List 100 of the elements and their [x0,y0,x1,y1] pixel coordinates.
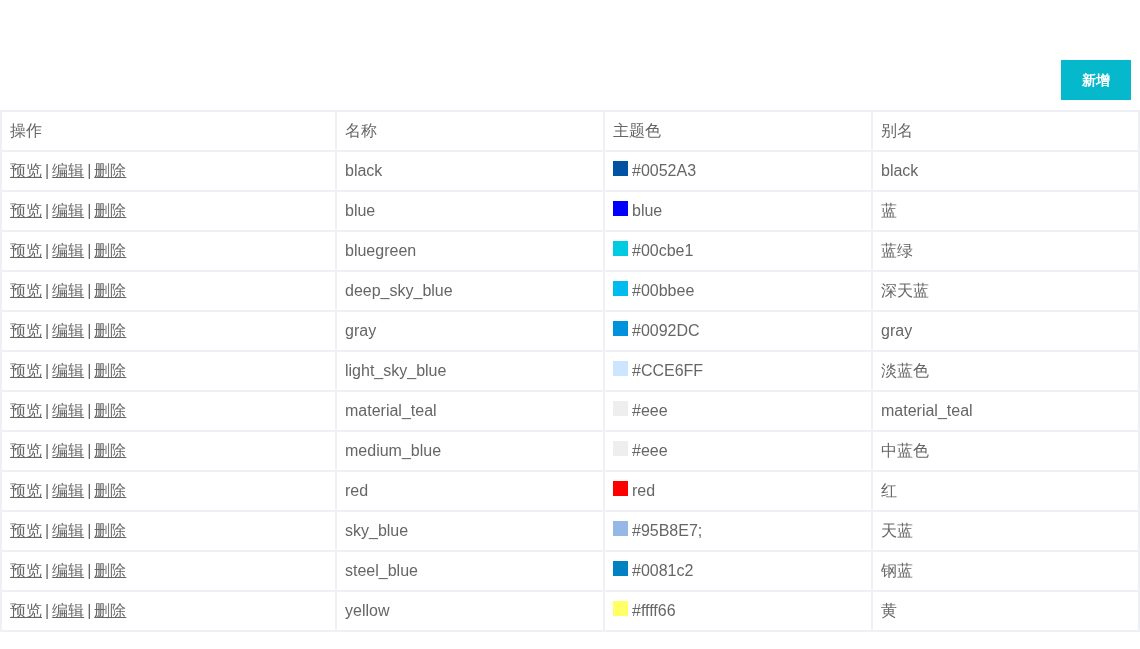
alias-text: 黄 [881,602,897,619]
alias-text: 红 [881,482,897,499]
preview-link[interactable]: 预览 [10,602,42,619]
separator: | [87,202,92,219]
separator: | [87,362,92,379]
delete-link[interactable]: 删除 [94,482,127,499]
delete-link[interactable]: 删除 [94,242,127,259]
theme-color-text: #95B8E7; [632,521,703,541]
alias-text: 淡蓝色 [881,362,929,379]
preview-link[interactable]: 预览 [10,362,42,379]
name-text: bluegreen [345,242,417,259]
name-text: sky_blue [345,522,409,539]
theme-color-text: #0052A3 [632,161,697,181]
edit-link[interactable]: 编辑 [52,562,85,579]
preview-link[interactable]: 预览 [10,562,42,579]
theme-color-text: #ffff66 [632,601,676,621]
alias-text: 蓝绿 [881,242,913,259]
column-header: 名称 [345,122,377,139]
separator: | [45,282,50,299]
separator: | [45,402,50,419]
column-header: 操作 [10,122,42,139]
delete-link[interactable]: 删除 [94,322,127,339]
preview-link[interactable]: 预览 [10,322,42,339]
preview-link[interactable]: 预览 [10,162,42,179]
edit-link[interactable]: 编辑 [52,402,85,419]
name-text: light_sky_blue [345,362,447,379]
preview-link[interactable]: 预览 [10,442,42,459]
theme-color-text: #0092DC [632,321,700,341]
theme-color-text: #CCE6FF [632,361,704,381]
name-text: yellow [345,602,390,619]
separator: | [45,442,50,459]
separator: | [45,522,50,539]
edit-link[interactable]: 编辑 [52,522,85,539]
name-text: deep_sky_blue [345,282,453,299]
preview-link[interactable]: 预览 [10,402,42,419]
separator: | [87,442,92,459]
delete-link[interactable]: 删除 [94,162,127,179]
theme-color-text: #eee [632,401,668,421]
edit-link[interactable]: 编辑 [52,322,85,339]
preview-link[interactable]: 预览 [10,202,42,219]
separator: | [45,602,50,619]
theme-color-text: #00bbee [632,281,695,301]
preview-link[interactable]: 预览 [10,522,42,539]
delete-link[interactable]: 删除 [94,402,127,419]
alias-text: black [881,162,919,179]
edit-link[interactable]: 编辑 [52,482,85,499]
alias-text: 深天蓝 [881,282,929,299]
column-header: 主题色 [613,122,661,139]
preview-link[interactable]: 预览 [10,282,42,299]
separator: | [45,362,50,379]
separator: | [87,282,92,299]
separator: | [45,562,50,579]
edit-link[interactable]: 编辑 [52,202,85,219]
separator: | [87,402,92,419]
name-text: steel_blue [345,562,418,579]
name-text: medium_blue [345,442,442,459]
separator: | [45,202,50,219]
edit-link[interactable]: 编辑 [52,162,85,179]
delete-link[interactable]: 删除 [94,362,127,379]
edit-link[interactable]: 编辑 [52,602,85,619]
edit-link[interactable]: 编辑 [52,242,85,259]
separator: | [87,522,92,539]
separator: | [87,562,92,579]
theme-color-text: #00cbe1 [632,241,694,261]
alias-text: material_teal [881,402,973,419]
name-text: black [345,162,383,179]
delete-link[interactable]: 删除 [94,202,127,219]
theme-color-text: blue [632,201,663,221]
separator: | [45,242,50,259]
theme-color-text: #eee [632,441,668,461]
delete-link[interactable]: 删除 [94,522,127,539]
theme-color-text: #0081c2 [632,561,694,581]
name-text: red [345,482,369,499]
alias-text: 蓝 [881,202,897,219]
alias-text: 天蓝 [881,522,913,539]
separator: | [87,162,92,179]
separator: | [87,322,92,339]
alias-text: 钢蓝 [881,562,913,579]
alias-text: 中蓝色 [881,442,929,459]
separator: | [45,482,50,499]
separator: | [87,242,92,259]
name-text: material_teal [345,402,437,419]
separator: | [45,322,50,339]
separator: | [87,482,92,499]
edit-link[interactable]: 编辑 [52,282,85,299]
delete-link[interactable]: 删除 [94,602,127,619]
edit-link[interactable]: 编辑 [52,442,85,459]
delete-link[interactable]: 删除 [94,562,127,579]
name-text: gray [345,322,377,339]
delete-link[interactable]: 删除 [94,442,127,459]
theme-color-text: red [632,481,656,501]
edit-link[interactable]: 编辑 [52,362,85,379]
separator: | [45,162,50,179]
preview-link[interactable]: 预览 [10,242,42,259]
delete-link[interactable]: 删除 [94,282,127,299]
separator: | [87,602,92,619]
alias-text: gray [881,322,913,339]
name-text: blue [345,202,376,219]
column-header: 别名 [881,122,913,139]
preview-link[interactable]: 预览 [10,482,42,499]
